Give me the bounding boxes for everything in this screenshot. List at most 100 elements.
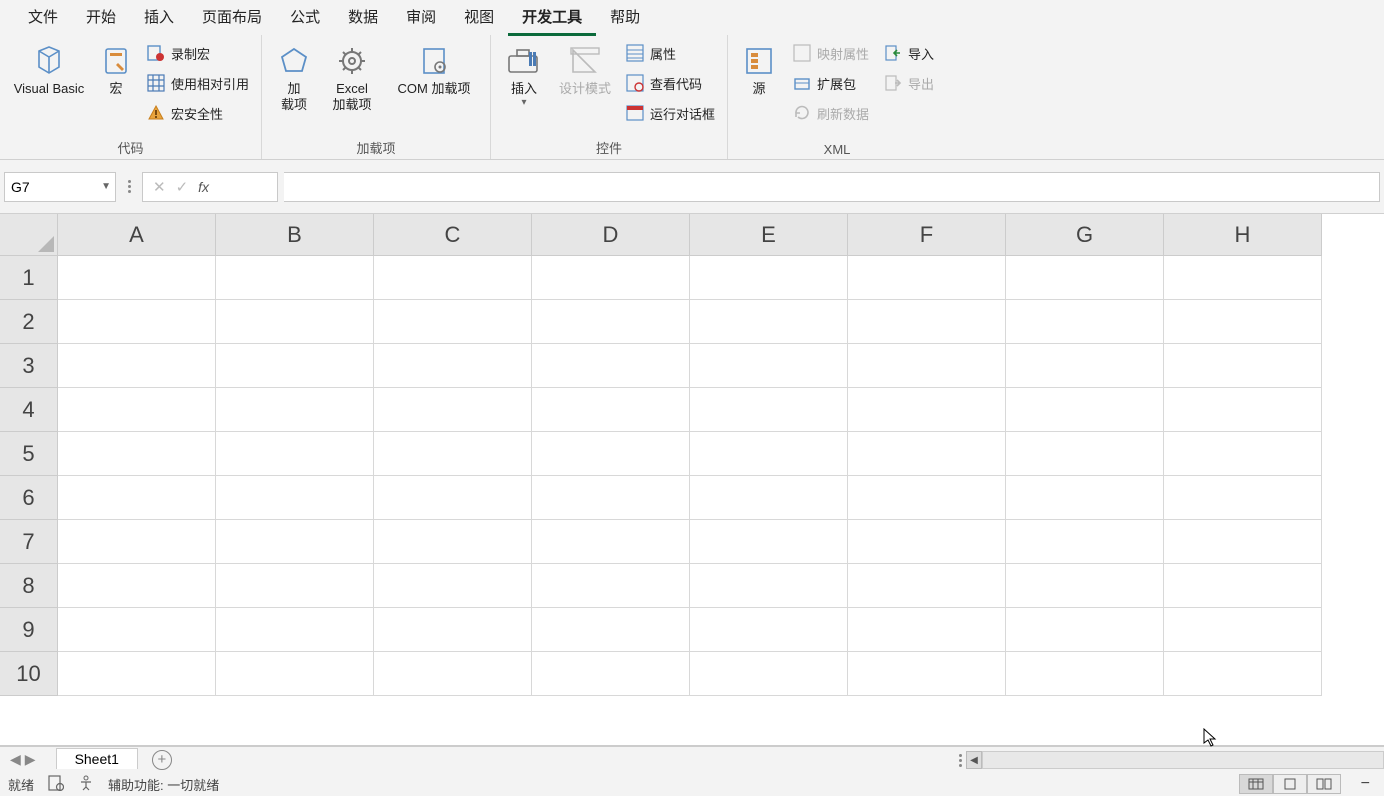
cell-H3[interactable] bbox=[1164, 344, 1322, 388]
cell-C6[interactable] bbox=[374, 476, 532, 520]
cell-A6[interactable] bbox=[58, 476, 216, 520]
cell-G7[interactable] bbox=[1006, 520, 1164, 564]
cell-E10[interactable] bbox=[690, 652, 848, 696]
normal-view-button[interactable] bbox=[1239, 774, 1273, 794]
cell-D2[interactable] bbox=[532, 300, 690, 344]
use-relative-references-button[interactable]: 使用相对引用 bbox=[142, 69, 253, 97]
cell-F8[interactable] bbox=[848, 564, 1006, 608]
cell-H2[interactable] bbox=[1164, 300, 1322, 344]
cell-F3[interactable] bbox=[848, 344, 1006, 388]
xml-import-button[interactable]: 导入 bbox=[879, 39, 938, 67]
row-header-5[interactable]: 5 bbox=[0, 432, 58, 476]
cell-F5[interactable] bbox=[848, 432, 1006, 476]
cell-E8[interactable] bbox=[690, 564, 848, 608]
cell-C8[interactable] bbox=[374, 564, 532, 608]
cell-B9[interactable] bbox=[216, 608, 374, 652]
cell-B2[interactable] bbox=[216, 300, 374, 344]
splitter-dots-icon[interactable] bbox=[954, 754, 966, 767]
tab-view[interactable]: 视图 bbox=[450, 0, 508, 36]
view-code-button[interactable]: 查看代码 bbox=[621, 69, 719, 97]
macro-security-button[interactable]: 宏安全性 bbox=[142, 99, 253, 127]
sheet-nav-next-icon[interactable]: ▶ bbox=[25, 751, 36, 768]
accessibility-icon[interactable] bbox=[78, 775, 94, 794]
column-header-H[interactable]: H bbox=[1164, 214, 1322, 256]
properties-button[interactable]: 属性 bbox=[621, 39, 719, 67]
cell-E6[interactable] bbox=[690, 476, 848, 520]
column-header-A[interactable]: A bbox=[58, 214, 216, 256]
cell-H6[interactable] bbox=[1164, 476, 1322, 520]
com-addins-button[interactable]: COM 加载项 bbox=[386, 39, 482, 97]
name-box[interactable]: G7 ▼ bbox=[4, 172, 116, 202]
cell-E1[interactable] bbox=[690, 256, 848, 300]
cell-G8[interactable] bbox=[1006, 564, 1164, 608]
cell-B7[interactable] bbox=[216, 520, 374, 564]
row-header-2[interactable]: 2 bbox=[0, 300, 58, 344]
cell-G6[interactable] bbox=[1006, 476, 1164, 520]
cell-A4[interactable] bbox=[58, 388, 216, 432]
cell-E4[interactable] bbox=[690, 388, 848, 432]
scroll-left-button[interactable]: ◀ bbox=[966, 751, 982, 769]
cell-C9[interactable] bbox=[374, 608, 532, 652]
cell-D3[interactable] bbox=[532, 344, 690, 388]
macro-record-status-icon[interactable] bbox=[48, 775, 64, 794]
page-break-view-button[interactable] bbox=[1307, 774, 1341, 794]
excel-addins-button[interactable]: Excel 加载项 bbox=[324, 39, 380, 114]
cell-G10[interactable] bbox=[1006, 652, 1164, 696]
cell-D5[interactable] bbox=[532, 432, 690, 476]
chevron-down-icon[interactable]: ▼ bbox=[101, 181, 111, 192]
cell-B6[interactable] bbox=[216, 476, 374, 520]
insert-control-button[interactable]: 插入 ▾ bbox=[499, 39, 549, 108]
row-header-8[interactable]: 8 bbox=[0, 564, 58, 608]
zoom-out-button[interactable]: − bbox=[1355, 775, 1376, 793]
row-header-1[interactable]: 1 bbox=[0, 256, 58, 300]
scroll-track[interactable] bbox=[982, 751, 1384, 769]
cell-B1[interactable] bbox=[216, 256, 374, 300]
cell-F7[interactable] bbox=[848, 520, 1006, 564]
formula-input[interactable] bbox=[284, 172, 1380, 202]
cell-D9[interactable] bbox=[532, 608, 690, 652]
tab-formulas[interactable]: 公式 bbox=[276, 0, 334, 36]
cell-A5[interactable] bbox=[58, 432, 216, 476]
tab-file[interactable]: 文件 bbox=[14, 0, 72, 36]
cell-F1[interactable] bbox=[848, 256, 1006, 300]
cell-G9[interactable] bbox=[1006, 608, 1164, 652]
cell-G1[interactable] bbox=[1006, 256, 1164, 300]
cell-E9[interactable] bbox=[690, 608, 848, 652]
row-header-4[interactable]: 4 bbox=[0, 388, 58, 432]
cell-H9[interactable] bbox=[1164, 608, 1322, 652]
cell-C2[interactable] bbox=[374, 300, 532, 344]
cancel-icon[interactable]: ✕ bbox=[153, 178, 166, 196]
row-header-3[interactable]: 3 bbox=[0, 344, 58, 388]
cell-H5[interactable] bbox=[1164, 432, 1322, 476]
column-header-D[interactable]: D bbox=[532, 214, 690, 256]
cell-F9[interactable] bbox=[848, 608, 1006, 652]
run-dialog-button[interactable]: 运行对话框 bbox=[621, 99, 719, 127]
horizontal-scrollbar[interactable]: ◀ bbox=[954, 747, 1384, 773]
tab-developer[interactable]: 开发工具 bbox=[508, 0, 596, 36]
cell-A3[interactable] bbox=[58, 344, 216, 388]
cell-D1[interactable] bbox=[532, 256, 690, 300]
cell-A9[interactable] bbox=[58, 608, 216, 652]
cell-B10[interactable] bbox=[216, 652, 374, 696]
row-header-7[interactable]: 7 bbox=[0, 520, 58, 564]
tab-help[interactable]: 帮助 bbox=[596, 0, 654, 36]
cell-F10[interactable] bbox=[848, 652, 1006, 696]
cell-G2[interactable] bbox=[1006, 300, 1164, 344]
map-properties-button[interactable]: 映射属性 bbox=[788, 39, 873, 67]
cell-B4[interactable] bbox=[216, 388, 374, 432]
cell-D4[interactable] bbox=[532, 388, 690, 432]
visual-basic-button[interactable]: Visual Basic bbox=[8, 39, 90, 97]
tab-page-layout[interactable]: 页面布局 bbox=[188, 0, 276, 36]
cell-H7[interactable] bbox=[1164, 520, 1322, 564]
tab-review[interactable]: 审阅 bbox=[392, 0, 450, 36]
cell-E2[interactable] bbox=[690, 300, 848, 344]
cell-B5[interactable] bbox=[216, 432, 374, 476]
cell-E3[interactable] bbox=[690, 344, 848, 388]
cell-H10[interactable] bbox=[1164, 652, 1322, 696]
sheet-nav-prev-icon[interactable]: ◀ bbox=[10, 751, 21, 768]
cell-E5[interactable] bbox=[690, 432, 848, 476]
row-header-6[interactable]: 6 bbox=[0, 476, 58, 520]
column-header-C[interactable]: C bbox=[374, 214, 532, 256]
cell-C4[interactable] bbox=[374, 388, 532, 432]
cell-D7[interactable] bbox=[532, 520, 690, 564]
